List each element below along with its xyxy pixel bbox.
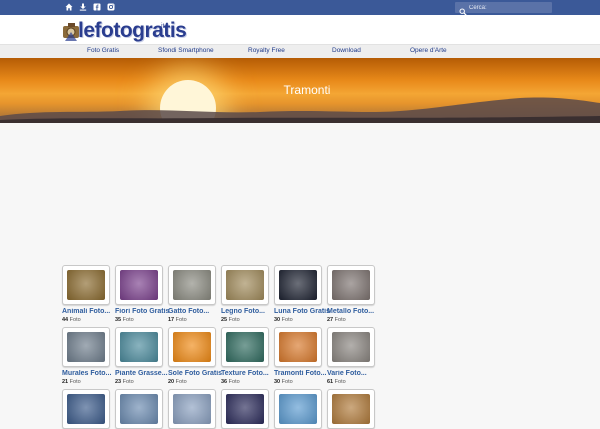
- nav-foto-gratis[interactable]: Foto Gratis: [87, 47, 119, 54]
- gallery-item-count: 20 Foto: [168, 379, 187, 385]
- gallery-thumbnail[interactable]: [115, 389, 163, 429]
- site-logo[interactable]: lefotogratis .it: [62, 17, 187, 45]
- thumbnail-image: [173, 394, 211, 424]
- thumbnail-image: [67, 332, 105, 362]
- gallery-item-title[interactable]: Murales Foto...: [62, 370, 118, 377]
- thumbnail-image: [226, 332, 264, 362]
- thumbnail-image: [279, 332, 317, 362]
- thumbnail-image: [67, 394, 105, 424]
- gallery-item-count: 17 Foto: [168, 317, 187, 323]
- gallery-item-title[interactable]: Metallo Foto...: [327, 308, 383, 315]
- thumbnail-image: [120, 394, 158, 424]
- thumbnail-image: [279, 270, 317, 300]
- thumbnail-image: [332, 270, 370, 300]
- search-icon[interactable]: [459, 3, 467, 16]
- category-banner: Tramonti: [0, 58, 600, 123]
- nav-sfondi-smartphone[interactable]: Sfondi Smartphone: [158, 47, 214, 54]
- gallery-item-title[interactable]: Texture Foto...: [221, 370, 277, 377]
- thumbnail-image: [226, 270, 264, 300]
- gallery-item-count: 44 Foto: [62, 317, 81, 323]
- gallery-item-count: 36 Foto: [221, 379, 240, 385]
- gallery-thumbnail[interactable]: [221, 265, 269, 305]
- nav-royalty-free[interactable]: Royalty Free: [248, 47, 285, 54]
- gallery-thumbnail[interactable]: [274, 265, 322, 305]
- gallery-item-title[interactable]: Gatto Foto...: [168, 308, 224, 315]
- gallery-thumbnail[interactable]: [62, 265, 110, 305]
- gallery-item-title[interactable]: Sole Foto Gratis: [168, 370, 224, 377]
- gallery-item-title[interactable]: Animali Foto...: [62, 308, 118, 315]
- logo-text: lefotogratis: [78, 19, 187, 42]
- thumbnail-image: [67, 270, 105, 300]
- gallery-thumbnail[interactable]: [327, 327, 375, 367]
- thumbnail-image: [173, 270, 211, 300]
- gallery-thumbnail[interactable]: [168, 327, 216, 367]
- gallery-item-count: 25 Foto: [221, 317, 240, 323]
- gallery-item-title[interactable]: Fiori Foto Gratis: [115, 308, 171, 315]
- nav-download[interactable]: Download: [332, 47, 361, 54]
- gallery-thumbnail[interactable]: [221, 389, 269, 429]
- thumbnail-image: [332, 332, 370, 362]
- nav-opere-darte[interactable]: Opere d'Arte: [410, 47, 447, 54]
- top-bar: [0, 0, 600, 16]
- gallery-item-count: 30 Foto: [274, 317, 293, 323]
- thumbnail-image: [120, 332, 158, 362]
- search-box: [455, 2, 552, 16]
- thumbnail-image: [332, 394, 370, 424]
- home-icon[interactable]: [65, 3, 73, 11]
- gallery-item-count: 35 Foto: [115, 317, 134, 323]
- logo-tld: .it: [159, 23, 165, 30]
- search-input[interactable]: [469, 2, 549, 13]
- gallery-thumbnail[interactable]: [62, 389, 110, 429]
- instagram-icon[interactable]: [107, 3, 115, 11]
- thumbnail-image: [120, 270, 158, 300]
- facebook-icon[interactable]: [93, 3, 101, 11]
- gallery-item-count: 27 Foto: [327, 317, 346, 323]
- download-icon[interactable]: [79, 3, 87, 11]
- gallery-thumbnail[interactable]: [327, 389, 375, 429]
- gallery-item-count: 21 Foto: [62, 379, 81, 385]
- main-nav: Foto Gratis Sfondi Smartphone Royalty Fr…: [0, 44, 600, 58]
- gallery-thumbnail[interactable]: [168, 389, 216, 429]
- gallery-thumbnail[interactable]: [274, 389, 322, 429]
- page-title: Tramonti: [283, 83, 331, 97]
- gallery-item-title[interactable]: Piante Grasse...: [115, 370, 171, 377]
- banner-hills: [0, 97, 600, 123]
- gallery-item-title[interactable]: Legno Foto...: [221, 308, 277, 315]
- gallery-thumbnail[interactable]: [115, 265, 163, 305]
- gallery-thumbnail[interactable]: [62, 327, 110, 367]
- gallery-item-title[interactable]: Tramonti Foto...: [274, 370, 330, 377]
- gallery-item-title[interactable]: Varie Foto...: [327, 370, 383, 377]
- thumbnail-image: [173, 332, 211, 362]
- gallery-thumbnail[interactable]: [168, 265, 216, 305]
- gallery-item-count: 23 Foto: [115, 379, 134, 385]
- gallery-thumbnail[interactable]: [115, 327, 163, 367]
- gallery-thumbnail[interactable]: [327, 265, 375, 305]
- gallery-item-count: 30 Foto: [274, 379, 293, 385]
- thumbnail-image: [226, 394, 264, 424]
- thumbnail-image: [279, 394, 317, 424]
- gallery-item-count: 61 Foto: [327, 379, 346, 385]
- gallery-thumbnail[interactable]: [221, 327, 269, 367]
- gallery-item-title[interactable]: Luna Foto Gratis: [274, 308, 330, 315]
- gallery-thumbnail[interactable]: [274, 327, 322, 367]
